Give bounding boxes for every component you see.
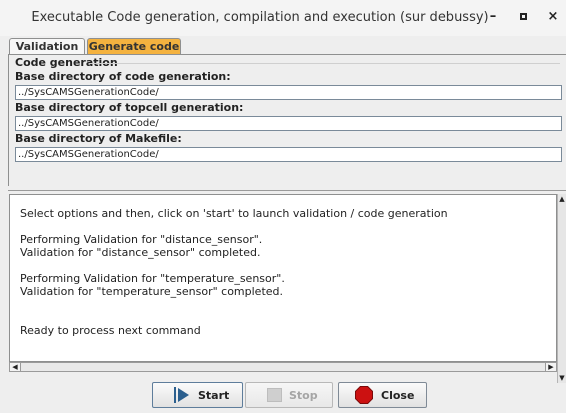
scroll-right-icon[interactable]: ▶	[545, 363, 556, 371]
maximize-button[interactable]	[514, 8, 532, 26]
console-line: Ready to process next command	[20, 324, 201, 337]
play-icon	[178, 388, 189, 402]
scroll-up-icon[interactable]: ▲	[558, 195, 566, 203]
group-divider	[90, 63, 560, 64]
stop-button[interactable]: Stop	[245, 382, 333, 408]
stop-sign-icon	[355, 386, 373, 404]
horizontal-scrollbar[interactable]: ◀ ▶	[9, 362, 557, 372]
console-line: Performing Validation for "temperature_s…	[20, 272, 285, 285]
close-button[interactable]: Close	[338, 382, 427, 408]
code-dir-field[interactable]: ../SysCAMSGenerationCode/	[15, 85, 562, 100]
stop-label: Stop	[289, 389, 318, 402]
start-label: Start	[198, 389, 230, 402]
close-label: Close	[381, 389, 415, 402]
scroll-left-icon[interactable]: ◀	[10, 363, 21, 371]
scroll-down-icon[interactable]: ▼	[558, 374, 566, 382]
makefile-dir-label: Base directory of Makefile:	[15, 132, 182, 145]
tab-validation[interactable]: Validation	[9, 38, 85, 54]
title-bar[interactable]: Executable Code generation, compilation …	[0, 0, 566, 36]
console-line: Validation for "distance_sensor" complet…	[20, 246, 261, 259]
makefile-dir-field[interactable]: ../SysCAMSGenerationCode/	[15, 147, 562, 162]
topcell-dir-label: Base directory of topcell generation:	[15, 101, 244, 114]
console-text: Select options and then, click on 'start…	[20, 207, 448, 337]
topcell-dir-field[interactable]: ../SysCAMSGenerationCode/	[15, 116, 562, 131]
maximize-icon	[519, 13, 527, 20]
split-divider[interactable]	[8, 190, 566, 191]
console-line: Performing Validation for "distance_sens…	[20, 233, 263, 246]
play-bar-icon	[174, 387, 176, 403]
close-window-button[interactable]: ×	[544, 8, 562, 26]
console-line: Select options and then, click on 'start…	[20, 207, 448, 220]
code-dir-label: Base directory of code generation:	[15, 70, 231, 83]
tab-generate-code[interactable]: Generate code	[87, 38, 181, 54]
console-line: Validation for "temperature_sensor" comp…	[20, 285, 284, 298]
vertical-scrollbar[interactable]: ▲ ▼	[557, 194, 566, 383]
stop-icon	[267, 388, 282, 402]
output-console[interactable]: Select options and then, click on 'start…	[9, 194, 557, 362]
start-button[interactable]: Start	[152, 382, 243, 408]
window-title: Executable Code generation, compilation …	[31, 10, 489, 25]
minimize-button[interactable]: –	[484, 8, 502, 26]
